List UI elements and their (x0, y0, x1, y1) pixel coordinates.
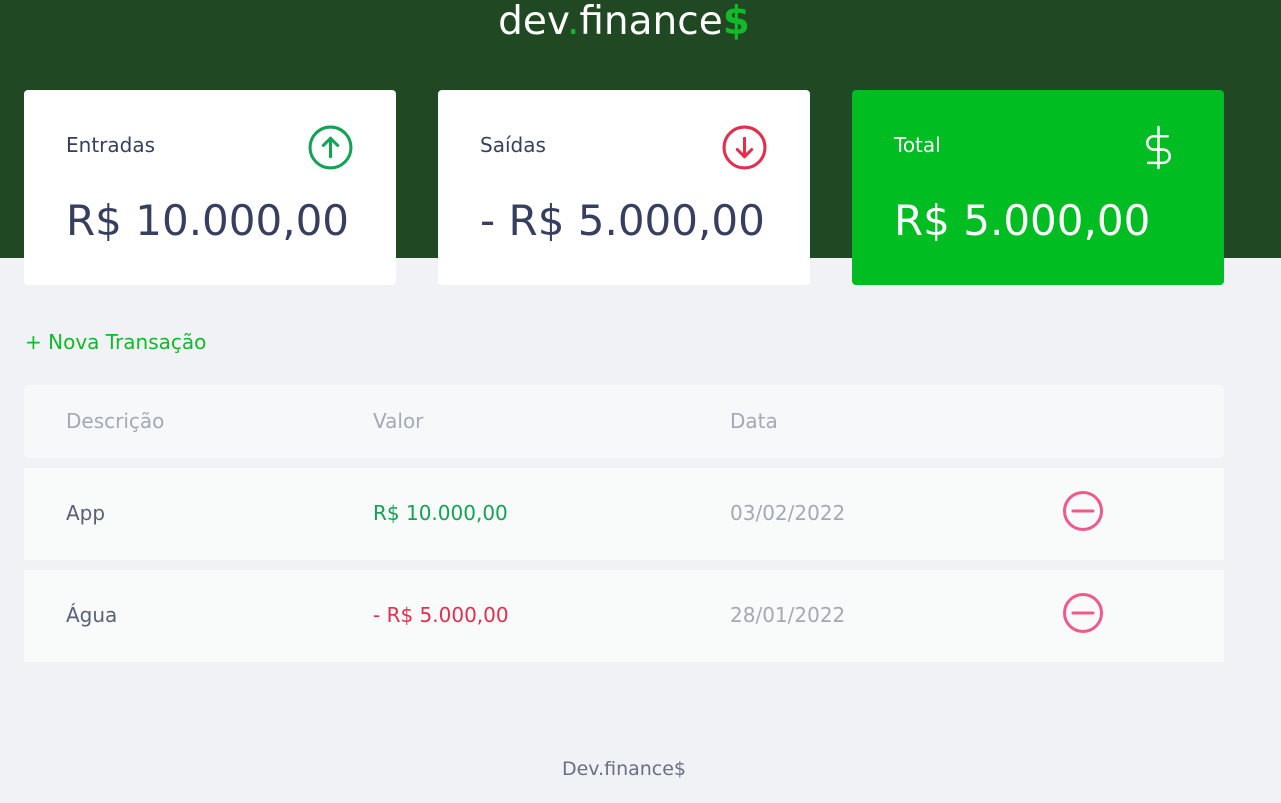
logo: dev.finance$ (0, 0, 1248, 44)
column-header-date: Data (730, 409, 778, 433)
column-header-amount: Valor (373, 409, 424, 433)
arrow-up-circle-icon (308, 125, 353, 170)
dollar-sign-icon (1145, 125, 1172, 170)
logo-dollar: $ (722, 0, 750, 44)
arrow-down-circle-icon (722, 125, 767, 170)
logo-dot: . (566, 0, 580, 44)
table-row: App R$ 10.000,00 03/02/2022 (24, 468, 1224, 560)
remove-transaction-icon[interactable] (1062, 490, 1104, 532)
expense-card-label: Saídas (480, 133, 546, 157)
transaction-description: App (66, 501, 106, 525)
transaction-amount: - R$ 5.000,00 (373, 603, 509, 627)
income-card-amount: R$ 10.000,00 (66, 196, 350, 245)
transaction-date: 28/01/2022 (730, 603, 846, 627)
logo-text-dev: dev (498, 0, 567, 44)
remove-transaction-icon[interactable] (1062, 592, 1104, 634)
new-transaction-link[interactable]: + Nova Transação (25, 330, 206, 354)
total-card: Total R$ 5.000,00 (852, 90, 1224, 285)
table-row: Água - R$ 5.000,00 28/01/2022 (24, 570, 1224, 662)
expense-card: Saídas - R$ 5.000,00 (438, 90, 810, 285)
table-header: Descrição Valor Data (24, 385, 1224, 458)
footer: Dev.finance$ (561, 758, 687, 780)
transaction-amount: R$ 10.000,00 (373, 501, 508, 525)
total-card-amount: R$ 5.000,00 (894, 196, 1151, 245)
total-card-label: Total (894, 133, 941, 157)
transaction-date: 03/02/2022 (730, 501, 846, 525)
expense-card-amount: - R$ 5.000,00 (480, 196, 765, 245)
transaction-description: Água (66, 603, 118, 627)
logo-text-finance: finance (579, 0, 723, 44)
income-card: Entradas R$ 10.000,00 (24, 90, 396, 285)
income-card-label: Entradas (66, 133, 156, 157)
column-header-description: Descrição (66, 409, 165, 433)
